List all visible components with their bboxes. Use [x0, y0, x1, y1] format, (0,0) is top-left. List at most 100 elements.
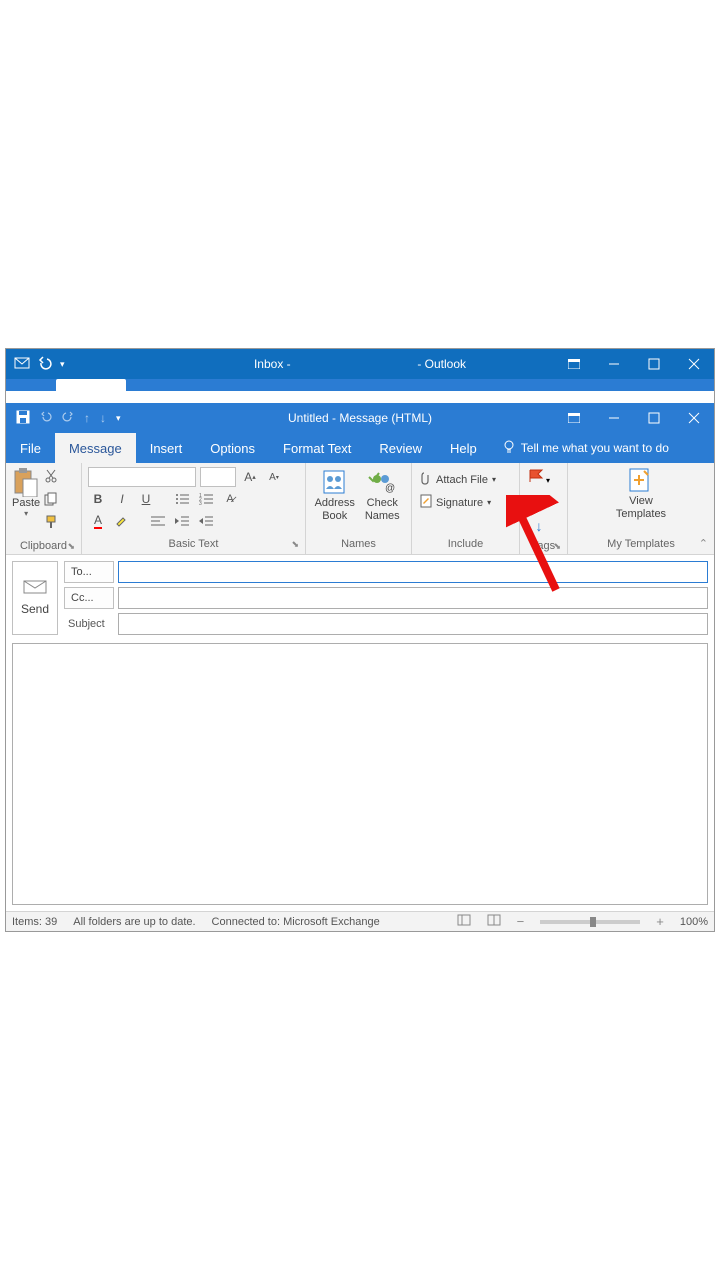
- collapse-ribbon-icon[interactable]: ⌃: [699, 537, 708, 550]
- paste-button[interactable]: Paste ▾: [10, 465, 42, 520]
- to-input[interactable]: [118, 561, 708, 583]
- undo-icon[interactable]: [38, 356, 52, 373]
- subject-input[interactable]: [118, 613, 708, 635]
- copy-icon[interactable]: [44, 492, 58, 511]
- minimize-icon[interactable]: [594, 349, 634, 379]
- cc-input[interactable]: [118, 587, 708, 609]
- cc-button[interactable]: Cc...: [64, 587, 114, 609]
- increase-indent-icon[interactable]: [196, 511, 216, 531]
- dialog-launcher-icon[interactable]: ⬊: [553, 541, 561, 552]
- view-templates-button[interactable]: View Templates: [606, 465, 676, 521]
- signature-button[interactable]: Signature ▾: [418, 492, 498, 513]
- view-normal-icon[interactable]: [457, 914, 471, 929]
- format-painter-icon[interactable]: [44, 515, 58, 534]
- tab-review[interactable]: Review: [365, 433, 436, 463]
- numbering-icon[interactable]: 123: [196, 489, 216, 509]
- clear-formatting-icon[interactable]: A̷: [220, 489, 240, 509]
- follow-up-flag-icon[interactable]: ▾: [528, 469, 550, 488]
- templates-icon: [626, 467, 656, 493]
- check-names-button[interactable]: @ Check Names: [360, 467, 406, 523]
- send-icon: [23, 580, 47, 594]
- mail-icon[interactable]: [14, 355, 30, 374]
- tell-me-search[interactable]: Tell me what you want to do: [491, 433, 669, 463]
- cut-icon[interactable]: [44, 469, 58, 488]
- maximize-icon[interactable]: [634, 403, 674, 433]
- clipboard-group-label: Clipboard: [20, 540, 67, 552]
- chevron-down-icon: ▾: [24, 509, 28, 518]
- subject-label: Subject: [64, 618, 114, 630]
- attach-file-label: Attach File: [436, 474, 488, 486]
- group-tags: ▾ ! ↓ Tags⬊: [520, 463, 568, 554]
- close-icon[interactable]: [674, 349, 714, 379]
- tab-options[interactable]: Options: [196, 433, 269, 463]
- decrease-indent-icon[interactable]: [172, 511, 192, 531]
- tab-file[interactable]: File: [6, 433, 55, 463]
- paste-label: Paste: [12, 497, 40, 509]
- zoom-out-icon[interactable]: −: [517, 914, 525, 929]
- paperclip-icon: [420, 471, 432, 488]
- font-size-select[interactable]: [200, 467, 236, 487]
- underline-icon[interactable]: U: [136, 489, 156, 509]
- check-names-label: Check Names: [360, 497, 406, 523]
- tab-message[interactable]: Message: [55, 433, 136, 463]
- qat-customize-icon[interactable]: ▾: [60, 359, 65, 370]
- zoom-slider[interactable]: [540, 920, 640, 924]
- parent-tab-strip: [6, 379, 714, 391]
- maximize-icon[interactable]: [634, 349, 674, 379]
- parent-title-left: Inbox -: [254, 357, 291, 371]
- chevron-down-icon: ▾: [492, 475, 496, 484]
- tab-insert[interactable]: Insert: [136, 433, 197, 463]
- paste-icon: [13, 467, 39, 497]
- group-clipboard: Paste ▾ Clipboard⬊: [6, 463, 82, 554]
- compose-area: Send To... Cc... Subject: [6, 555, 714, 911]
- arrow-down-icon[interactable]: ↓: [100, 411, 106, 425]
- tell-me-label: Tell me what you want to do: [521, 441, 669, 455]
- view-reading-icon[interactable]: [487, 914, 501, 929]
- send-button[interactable]: Send: [12, 561, 58, 635]
- high-importance-icon[interactable]: !: [536, 494, 541, 512]
- dialog-launcher-icon[interactable]: ⬊: [67, 541, 75, 552]
- zoom-level[interactable]: 100%: [680, 916, 708, 928]
- close-icon[interactable]: [674, 403, 714, 433]
- include-group-label: Include: [416, 536, 515, 552]
- align-left-icon[interactable]: [148, 511, 168, 531]
- undo-icon[interactable]: [40, 411, 52, 426]
- tab-format-text[interactable]: Format Text: [269, 433, 365, 463]
- to-button[interactable]: To...: [64, 561, 114, 583]
- arrow-up-icon[interactable]: ↑: [84, 411, 90, 425]
- status-folders: All folders are up to date.: [73, 916, 195, 928]
- highlight-icon[interactable]: [112, 511, 132, 531]
- lightbulb-icon: [503, 440, 515, 457]
- attach-file-button[interactable]: Attach File ▾: [418, 469, 498, 490]
- minimize-icon[interactable]: [594, 403, 634, 433]
- view-templates-label: View Templates: [606, 495, 676, 521]
- message-body[interactable]: [12, 643, 708, 905]
- ribbon-display-icon[interactable]: [554, 349, 594, 379]
- outlook-app: ▾ Inbox - - Outlook ↑ ↓ ▾ Untitled - Mes…: [5, 348, 715, 932]
- font-family-select[interactable]: [88, 467, 196, 487]
- check-names-icon: @: [367, 469, 397, 495]
- qat-customize-icon[interactable]: ▾: [116, 413, 121, 424]
- tab-help[interactable]: Help: [436, 433, 491, 463]
- italic-icon[interactable]: I: [112, 489, 132, 509]
- parent-title-right: - Outlook: [417, 357, 466, 371]
- ribbon-body: Paste ▾ Clipboard⬊ A▴ A▾: [6, 463, 714, 555]
- bold-icon[interactable]: B: [88, 489, 108, 509]
- dialog-launcher-icon[interactable]: ⬊: [291, 539, 299, 550]
- ribbon-display-icon[interactable]: [554, 403, 594, 433]
- send-label: Send: [21, 602, 49, 616]
- grow-font-icon[interactable]: A▴: [240, 467, 260, 487]
- save-icon[interactable]: [16, 410, 30, 427]
- low-importance-icon[interactable]: ↓: [536, 518, 543, 534]
- templates-group-label: My Templates: [572, 536, 710, 552]
- bullets-icon[interactable]: [172, 489, 192, 509]
- shrink-font-icon[interactable]: A▾: [264, 467, 284, 487]
- zoom-in-icon[interactable]: +: [656, 914, 664, 929]
- tags-group-label: Tags: [532, 540, 555, 552]
- redo-icon[interactable]: [62, 411, 74, 426]
- address-book-button[interactable]: Address Book: [312, 467, 358, 523]
- address-book-icon: [320, 469, 350, 495]
- font-color-icon[interactable]: A: [88, 511, 108, 531]
- chevron-down-icon: ▾: [487, 498, 491, 507]
- group-my-templates: View Templates My Templates: [568, 463, 714, 554]
